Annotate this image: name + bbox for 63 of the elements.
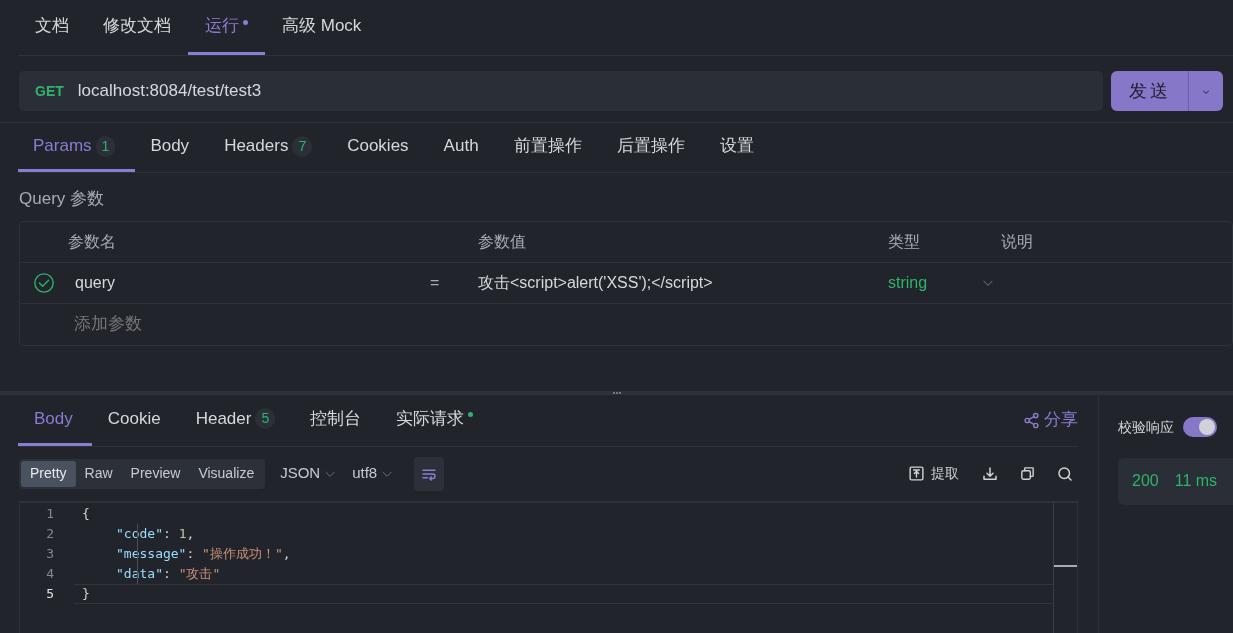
tab[interactable]: Cookies <box>332 123 429 172</box>
method-label: GET <box>35 81 64 101</box>
wrap-button[interactable] <box>414 456 445 491</box>
upload-icon <box>908 465 925 482</box>
code-line: { <box>82 504 90 523</box>
encoding-select[interactable]: utf8 <box>352 462 395 485</box>
url-field[interactable]: GET localhost:8084/test/test3 <box>19 71 1103 111</box>
column-header: 参数名 <box>68 232 116 250</box>
count-badge: 5 <box>255 408 276 429</box>
line-number: 1 <box>46 504 54 523</box>
count-badge: 1 <box>95 135 116 157</box>
copy-icon <box>1019 465 1036 482</box>
line-number: 4 <box>46 564 54 583</box>
type-select[interactable]: string <box>888 270 1001 295</box>
tab[interactable]: 前置操作 <box>498 123 602 172</box>
search-icon <box>1056 464 1074 483</box>
count-badge: 7 <box>292 135 313 157</box>
equals-sign: = <box>430 273 440 291</box>
add-param-field[interactable]: 添加参数 <box>74 310 374 338</box>
tab[interactable]: 运行 <box>188 0 265 55</box>
tab[interactable]: 后置操作 <box>601 123 705 172</box>
line-number: 2 <box>46 524 54 543</box>
column-header: 参数值 <box>478 232 526 250</box>
view-mode-tab[interactable]: Visualize <box>189 460 264 487</box>
tab[interactable]: 高级 Mock <box>265 0 379 55</box>
tab[interactable]: 设置 <box>704 123 774 172</box>
param-name[interactable]: query <box>75 273 116 291</box>
tab[interactable]: 修改文档 <box>86 0 188 55</box>
code-line: } <box>82 584 90 603</box>
view-mode-tab[interactable]: Raw <box>75 460 122 487</box>
tab[interactable]: Header 5 <box>179 394 295 446</box>
section-title: Query 参数 <box>19 188 105 210</box>
tab[interactable]: Body <box>18 394 92 446</box>
tab[interactable]: Cookie <box>91 394 180 446</box>
toggle-label: 校验响应 <box>1118 417 1174 437</box>
tab[interactable]: 文档 <box>18 0 86 55</box>
share-icon <box>1023 411 1040 429</box>
tab[interactable]: 实际请求 <box>380 394 493 446</box>
format-select[interactable]: JSON <box>280 462 338 485</box>
checkbox[interactable] <box>33 271 55 294</box>
line-number: 5 <box>46 584 54 603</box>
search-button[interactable] <box>1056 464 1074 483</box>
download-button[interactable] <box>981 464 999 483</box>
tab[interactable]: Body <box>135 123 210 172</box>
scrollbar-marker <box>1054 564 1077 567</box>
copy-button[interactable] <box>1019 465 1036 482</box>
tab[interactable]: 控制台 <box>294 394 381 446</box>
param-value[interactable]: 攻击<script>alert('XSS');</script> <box>478 273 713 291</box>
code-line: "message": "操作成功！", <box>116 544 291 563</box>
view-mode-tab[interactable]: Preview <box>121 460 190 487</box>
tab[interactable]: Headers 7 <box>209 123 333 172</box>
extract-button[interactable]: 提取 <box>908 463 959 484</box>
view-mode-tab[interactable]: Pretty <box>21 460 76 487</box>
status-code: 200 <box>1132 471 1159 491</box>
tab[interactable]: Params 1 <box>18 123 136 172</box>
response-time: 11 ms <box>1174 471 1218 491</box>
download-icon <box>981 464 999 483</box>
share-button[interactable]: 分享 <box>1023 394 1078 446</box>
line-number: 3 <box>46 544 54 563</box>
column-header: 类型 <box>888 232 920 250</box>
column-header: 说明 <box>1001 232 1033 250</box>
tab[interactable]: Auth <box>428 123 499 172</box>
toggle-switch[interactable] <box>1182 417 1217 437</box>
